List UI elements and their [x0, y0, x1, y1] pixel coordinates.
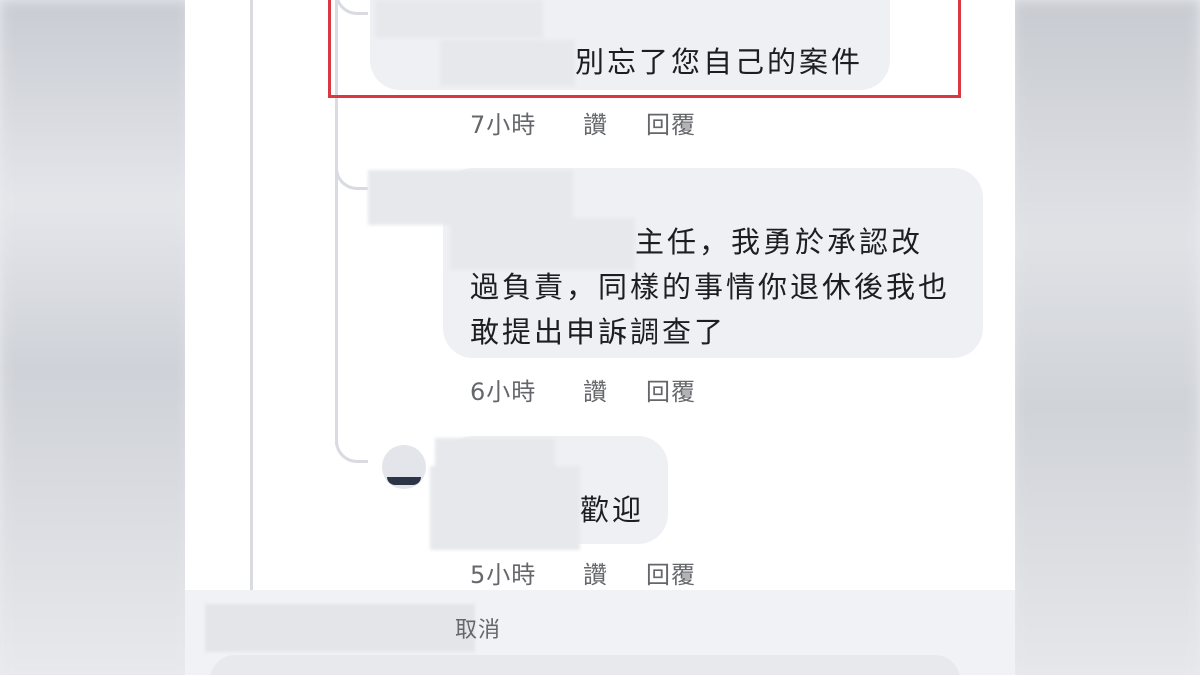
thread-branch-3	[335, 420, 368, 463]
comment-text: 歡迎	[580, 493, 645, 527]
blurred-background-right	[1012, 0, 1200, 675]
comment-timestamp: 6小時	[470, 378, 537, 406]
reply-button[interactable]: 回覆	[646, 555, 696, 590]
thread-line-outer	[250, 0, 253, 600]
reply-input[interactable]	[210, 655, 960, 675]
comment-timestamp: 7小時	[470, 111, 537, 139]
highlight-box	[328, 0, 961, 98]
blurred-replying-to	[205, 604, 475, 652]
blurred-mention	[430, 466, 580, 550]
reply-button[interactable]: 回覆	[646, 372, 696, 407]
avatar[interactable]	[382, 445, 426, 489]
thread-branch-2	[335, 150, 368, 190]
comment-text: 主任，我勇於承認改 過負責，同樣的事情你退休後我也 敢提出申訴調查了	[470, 225, 951, 349]
cancel-reply-button[interactable]: 取消	[455, 612, 501, 644]
comment-thread-screen: 別忘了您自己的案件 7小時 讚 回覆 主任，我勇於承認改 過負責，同樣的事情你退…	[185, 0, 1015, 675]
reply-button[interactable]: 回覆	[646, 105, 696, 140]
like-button[interactable]: 讚	[583, 105, 608, 140]
blurred-background-left	[0, 0, 190, 675]
blurred-author-name	[368, 170, 573, 225]
like-button[interactable]: 讚	[583, 372, 608, 407]
like-button[interactable]: 讚	[583, 555, 608, 590]
comment-timestamp: 5小時	[470, 561, 537, 589]
